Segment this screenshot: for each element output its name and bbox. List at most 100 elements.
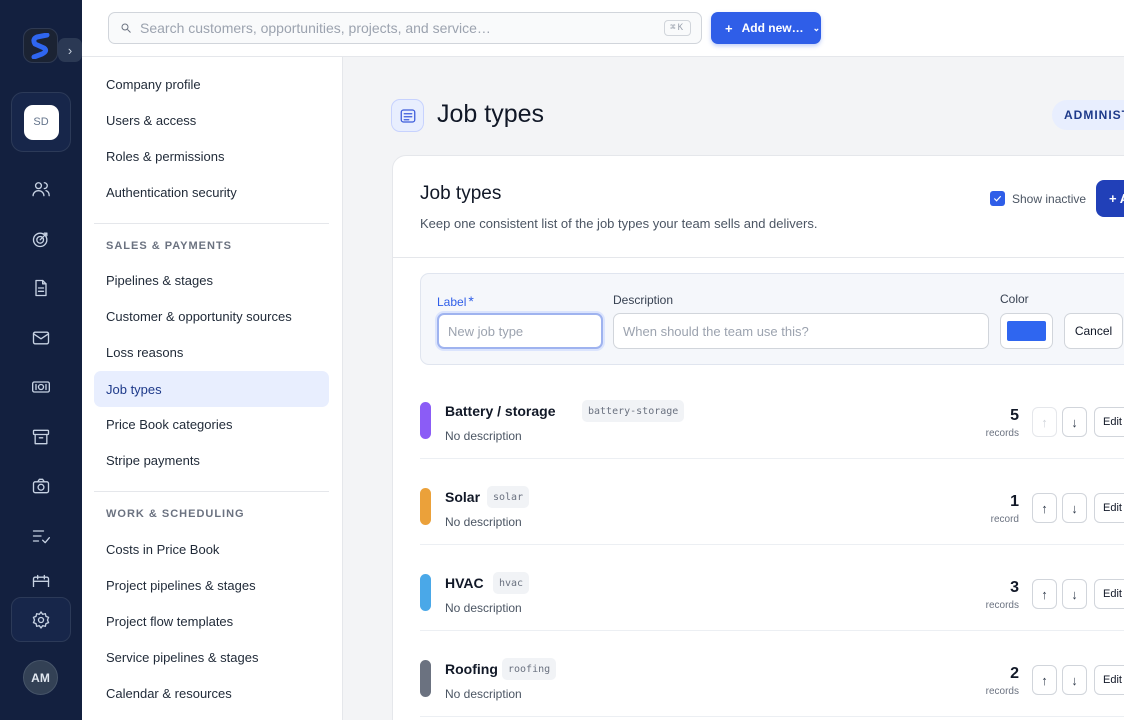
cancel-button[interactable]: Cancel	[1064, 313, 1123, 349]
job-type-color	[420, 402, 431, 439]
job-type-slug: hvac	[493, 572, 530, 594]
nav-company-profile[interactable]: Company profile	[94, 66, 329, 102]
app-logo[interactable]	[23, 28, 58, 63]
nav-users-access[interactable]: Users & access	[94, 102, 329, 138]
move-up-button[interactable]: ↑	[1032, 407, 1057, 437]
workspace-avatar: SD	[23, 104, 59, 140]
users-icon[interactable]	[29, 177, 53, 201]
move-up-button[interactable]: ↑	[1032, 579, 1057, 609]
nav-sources[interactable]: Customer & opportunity sources	[94, 298, 329, 334]
job-type-row: Battery / storage battery-storage No des…	[420, 373, 1124, 459]
card-description: Keep one consistent list of the job type…	[420, 216, 818, 231]
job-type-name: Battery / storage	[445, 403, 556, 419]
search-icon	[120, 21, 134, 35]
record-unit: record	[990, 514, 1019, 525]
job-type-name: Solar	[445, 489, 481, 505]
add-new-label: Add new…	[741, 21, 804, 35]
nav-project-pipelines[interactable]: Project pipelines & stages	[94, 567, 329, 603]
nav-section-work: WORK & SCHEDULING	[106, 508, 245, 520]
job-type-slug: battery-storage	[582, 400, 685, 422]
page-title: Job types	[437, 100, 545, 128]
color-picker[interactable]	[1000, 313, 1053, 349]
add-job-type-button[interactable]: + A	[1096, 180, 1124, 217]
chevron-down-icon: ⌄	[812, 22, 821, 33]
document-icon[interactable]	[29, 276, 53, 300]
row-divider	[420, 716, 1124, 717]
check-icon	[993, 195, 1002, 202]
nav-calendar-resources[interactable]: Calendar & resources	[94, 675, 329, 711]
logo-icon	[30, 32, 49, 59]
description-field-label: Description	[613, 293, 674, 307]
workspace-switcher[interactable]: SD	[11, 92, 71, 152]
move-down-button[interactable]: ↓	[1062, 579, 1087, 609]
calendar-icon[interactable]	[29, 573, 53, 587]
job-type-row: HVAC hvac No description 3 records ↑ ↓ E…	[420, 545, 1124, 631]
nav-authentication-security[interactable]: Authentication security	[94, 174, 329, 210]
nav-stripe-payments[interactable]: Stripe payments	[94, 442, 329, 478]
label-field-text: Label	[437, 295, 467, 309]
label-input[interactable]	[437, 313, 603, 349]
job-type-color	[420, 488, 431, 525]
money-icon[interactable]	[29, 375, 53, 399]
add-new-button[interactable]: + Add new… ⌄	[711, 12, 821, 44]
nav-project-flow-templates[interactable]: Project flow templates	[94, 603, 329, 639]
nav-job-types[interactable]: Job types	[94, 371, 329, 407]
record-unit: records	[985, 686, 1019, 697]
nav-costs-price-book[interactable]: Costs in Price Book	[94, 531, 329, 567]
nav-divider	[94, 223, 329, 224]
job-types-card: Job types Keep one consistent list of th…	[392, 155, 1124, 720]
edit-button[interactable]: Edit	[1094, 407, 1124, 437]
job-type-row: Solar solar No description 1 record ↑ ↓ …	[420, 459, 1124, 545]
job-type-name: HVAC	[445, 575, 484, 591]
move-down-button[interactable]: ↓	[1062, 407, 1087, 437]
edit-button[interactable]: Edit	[1094, 665, 1124, 695]
archive-icon[interactable]	[29, 425, 53, 449]
search-shortcut: ⌘K	[664, 20, 691, 36]
job-type-row: Roofing roofing No description 2 records…	[420, 631, 1124, 717]
move-down-button[interactable]: ↓	[1062, 493, 1087, 523]
edit-button[interactable]: Edit	[1094, 579, 1124, 609]
global-search[interactable]: ⌘K	[108, 12, 702, 44]
move-down-button[interactable]: ↓	[1062, 665, 1087, 695]
job-type-description: No description	[445, 429, 522, 443]
nav-price-book-categories[interactable]: Price Book categories	[94, 406, 329, 442]
show-inactive-toggle[interactable]: Show inactive	[990, 191, 1086, 206]
plus-icon: +	[725, 20, 733, 36]
settings-button[interactable]	[11, 597, 71, 642]
record-count: 2	[1010, 665, 1019, 682]
new-job-type-form: Label* Description Color Cancel	[420, 273, 1124, 365]
edit-button[interactable]: Edit	[1094, 493, 1124, 523]
move-up-button[interactable]: ↑	[1032, 665, 1057, 695]
checklist-icon[interactable]	[29, 524, 53, 548]
record-count: 3	[1010, 579, 1019, 596]
top-bar: ⌘K + Add new… ⌄	[82, 0, 1124, 57]
mail-icon[interactable]	[29, 326, 53, 350]
label-field-label: Label *	[437, 293, 474, 309]
nav-loss-reasons[interactable]: Loss reasons	[94, 334, 329, 370]
settings-nav: Company profile Users & access Roles & p…	[82, 57, 343, 720]
admin-badge: ADMINIST	[1052, 100, 1124, 130]
show-inactive-checkbox[interactable]	[990, 191, 1005, 206]
move-up-button[interactable]: ↑	[1032, 493, 1057, 523]
list-icon	[400, 108, 415, 123]
record-unit: records	[985, 600, 1019, 611]
user-avatar[interactable]: AM	[23, 660, 58, 695]
target-icon[interactable]	[29, 227, 53, 251]
nav-pipelines-stages[interactable]: Pipelines & stages	[94, 262, 329, 298]
nav-service-pipelines[interactable]: Service pipelines & stages	[94, 639, 329, 675]
nav-roles-permissions[interactable]: Roles & permissions	[94, 138, 329, 174]
description-input[interactable]	[613, 313, 989, 349]
job-types-page-icon	[391, 99, 424, 132]
search-input[interactable]	[140, 20, 665, 36]
card-divider	[393, 257, 1124, 258]
app-rail: › SD AM	[0, 0, 82, 720]
show-inactive-label: Show inactive	[1012, 191, 1087, 206]
chevron-right-icon: ›	[67, 42, 73, 58]
required-marker: *	[468, 293, 474, 309]
job-type-name: Roofing	[445, 661, 498, 677]
job-type-description: No description	[445, 601, 522, 615]
color-field-label: Color	[1000, 292, 1029, 306]
rail-expand-button[interactable]: ›	[58, 38, 82, 62]
camera-icon[interactable]	[29, 474, 53, 498]
nav-section-sales: SALES & PAYMENTS	[106, 240, 233, 252]
